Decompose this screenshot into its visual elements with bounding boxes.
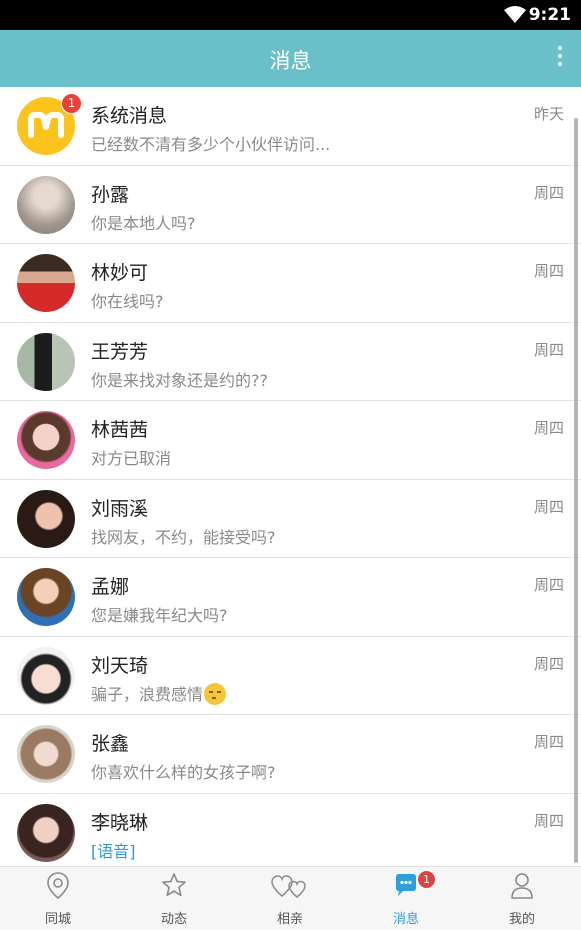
conversation-row[interactable]: 李晓琳 [语音] 周四 (0, 793, 581, 866)
conversation-preview: 你是来找对象还是约的?? (91, 370, 268, 390)
tab-label: 我的 (508, 912, 535, 927)
tab-dating[interactable]: 相亲 (232, 867, 348, 931)
status-time: 9:21 (528, 5, 571, 25)
conversation-name: 李晓琳 (91, 811, 149, 834)
avatar (17, 646, 75, 705)
conversation-name: 刘雨溪 (91, 497, 149, 520)
tab-moments[interactable]: 动态 (116, 867, 232, 931)
conversation-time: 周四 (533, 183, 564, 202)
conversation-preview-text: 骗子，浪费感情 (91, 684, 204, 704)
hearts-icon (271, 875, 306, 898)
person-icon (511, 873, 533, 899)
avatar (17, 175, 75, 234)
tab-label: 同城 (44, 912, 71, 927)
conversation-name: 系统消息 (91, 105, 168, 127)
tab-messages[interactable]: 1 消息 (348, 867, 464, 931)
conversation-row[interactable]: 孟娜 您是嫌我年纪大吗? 周四 (0, 558, 581, 637)
conversation-preview: 找网友，不约，能接受吗? (91, 527, 276, 547)
app-bar: 消息 (0, 30, 581, 87)
tab-label: 消息 (392, 912, 419, 927)
conversation-row[interactable]: 孙露 你是本地人吗? 周四 (0, 165, 581, 244)
unamused-face-emoji (204, 682, 227, 705)
avatar (17, 489, 75, 548)
conversation-name: 林妙可 (91, 262, 149, 284)
conversation-name: 林茜茜 (91, 419, 149, 441)
conversation-row[interactable]: 刘雨溪 找网友，不约，能接受吗? 周四 (0, 479, 581, 558)
tab-badge: 1 (417, 870, 436, 889)
star-icon (162, 873, 186, 897)
conversation-row[interactable]: 1 系统消息 已经数不清有多少个小伙伴访问... 昨天 (0, 87, 581, 166)
bottom-tab-bar: 同城 动态 相亲 1 消息 我的 (0, 866, 581, 930)
chat-bubble-icon (396, 874, 416, 896)
avatar (17, 411, 75, 469)
conversation-name: 张鑫 (91, 733, 130, 755)
conversation-preview: 您是嫌我年纪大吗? (91, 606, 228, 625)
conversation-row[interactable]: 王芳芳 你是来找对象还是约的?? 周四 (0, 322, 581, 401)
avatar (17, 254, 75, 312)
conversation-time: 周四 (533, 340, 564, 359)
tab-me[interactable]: 我的 (464, 867, 580, 931)
conversation-row[interactable]: 刘天琦 骗子，浪费感情 周四 (0, 636, 581, 715)
conversation-preview: 你是本地人吗? (91, 213, 196, 233)
conversation-name: 孟娜 (91, 576, 130, 598)
conversation-preview: 你在线吗? (91, 292, 164, 311)
conversation-time: 昨天 (533, 105, 564, 123)
conversation-preview: 你喜欢什么样的女孩子啊? (91, 763, 276, 782)
conversation-name: 刘天琦 (91, 654, 149, 677)
conversation-name: 孙露 (91, 183, 130, 206)
conversation-time: 周四 (533, 497, 564, 516)
more-vertical-icon[interactable] (557, 46, 563, 70)
conversation-row[interactable]: 张鑫 你喜欢什么样的女孩子啊? 周四 (0, 715, 581, 794)
conversation-name: 王芳芳 (91, 340, 149, 363)
unread-badge: 1 (61, 93, 82, 114)
tab-label: 动态 (160, 912, 187, 927)
wifi-icon (504, 6, 526, 23)
conversation-time: 周四 (533, 733, 564, 751)
voice-message-preview: [语音] (91, 841, 136, 861)
page-title: 消息 (269, 49, 312, 73)
conversation-time: 周四 (533, 654, 564, 673)
avatar (17, 568, 75, 626)
tab-nearby[interactable]: 同城 (0, 867, 116, 931)
conversation-time: 周四 (533, 811, 564, 830)
conversation-row[interactable]: 林妙可 你在线吗? 周四 (0, 244, 581, 323)
conversation-row[interactable]: 林茜茜 对方已取消 周四 (0, 401, 581, 480)
tab-label: 相亲 (276, 912, 303, 927)
avatar (17, 803, 75, 862)
status-bar: 9:21 (0, 0, 581, 30)
avatar (17, 332, 75, 391)
conversation-time: 周四 (533, 576, 564, 594)
conversation-preview: 已经数不清有多少个小伙伴访问... (91, 135, 331, 154)
location-pin-icon (47, 872, 69, 900)
conversation-preview: 对方已取消 (91, 449, 172, 468)
conversation-time: 周四 (533, 419, 564, 437)
scrollbar[interactable] (574, 118, 578, 863)
avatar (17, 725, 75, 783)
conversation-list[interactable]: 1 系统消息 已经数不清有多少个小伙伴访问... 昨天 孙露 你是本地人吗? 周… (0, 87, 581, 866)
conversation-preview: 骗子，浪费感情 (91, 681, 227, 705)
conversation-time: 周四 (533, 262, 564, 280)
